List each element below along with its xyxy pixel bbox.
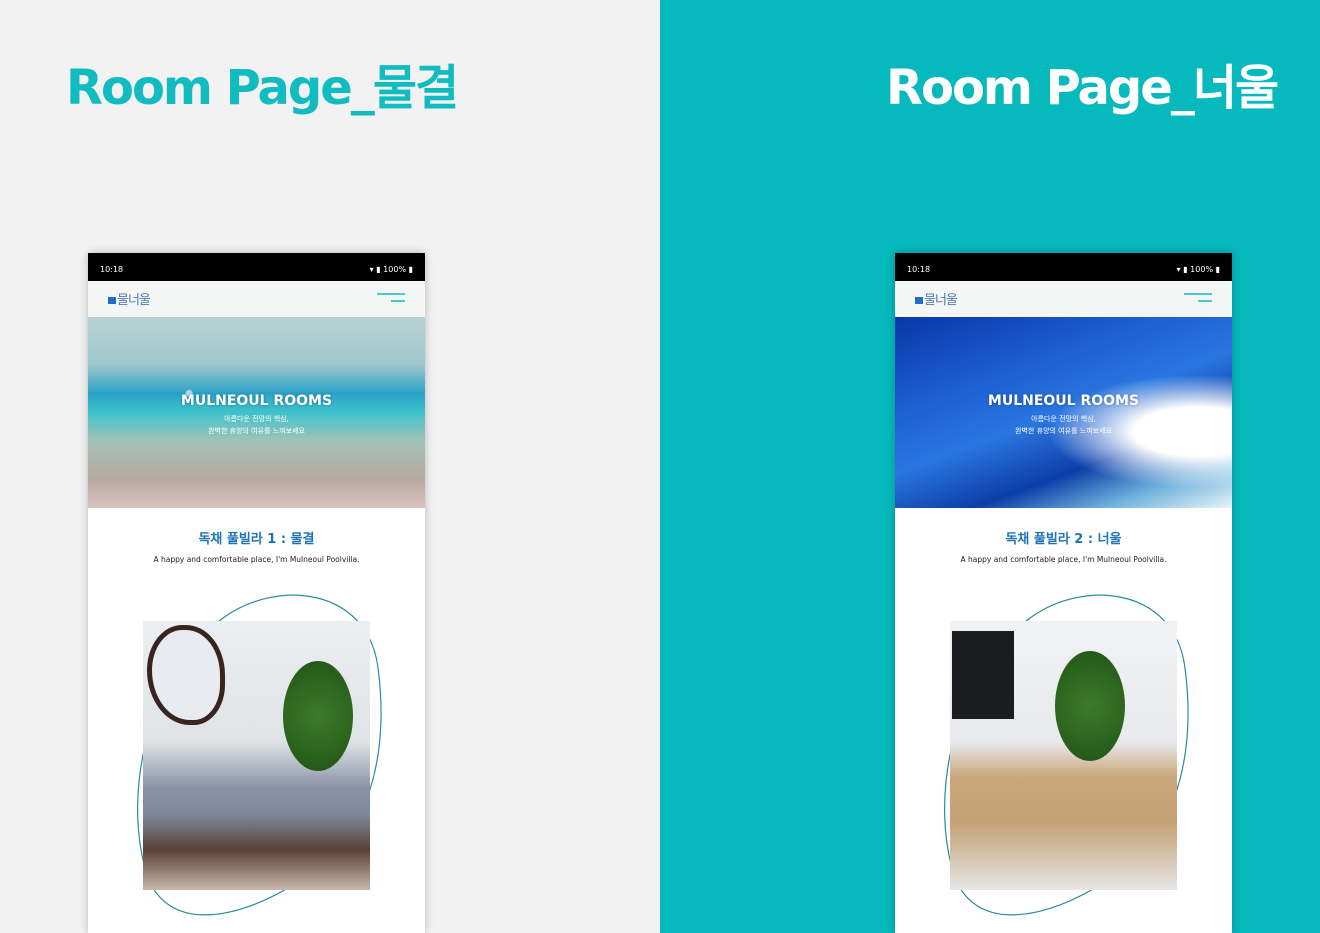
clock: 10:18 [907,264,931,274]
room-photo-living-room [143,621,370,890]
hero-subtitle-1: 아름다운 전망의 핵심, [224,415,289,423]
panel-title: Room Page_너울 [886,60,1279,116]
panel-title: Room Page_물결 [66,60,459,116]
logo[interactable]: 물너울 [915,289,958,308]
status-bar: 10:18 ▾ ▮ 100% ▮ [88,253,425,281]
plant [1055,651,1125,761]
plant [283,661,353,771]
battery-status: ▾ ▮ 100% ▮ [1176,264,1220,274]
room-subtitle: A happy and comfortable place, I'm Mulne… [960,555,1167,564]
hero-title: MULNEOUL ROOMS [180,393,333,409]
room-photo-living-room [950,621,1177,890]
room-title: 독채 풀빌라 1 : 물결 [198,532,315,547]
television [952,631,1014,719]
hero-banner: MULNEOUL ROOMS 아름다운 전망의 핵심, 완벽한 휴양의 여유를 … [895,317,1232,508]
site-header: 물너울 [895,281,1232,317]
hero-title: MULNEOUL ROOMS [987,393,1140,409]
site-header: 물너울 [88,281,425,317]
panel-mulgyeol: Room Page_물결 10:18 ▾ ▮ 100% ▮ 물너울 MULNEOU… [0,0,660,933]
panel-neoul: Room Page_너울 10:18 ▾ ▮ 100% ▮ 물너울 MULNEOU… [660,0,1320,933]
hamburger-menu-icon[interactable] [1184,293,1212,305]
battery-status: ▾ ▮ 100% ▮ [369,264,413,274]
hero-subtitle-2: 완벽한 휴양의 여유를 느껴보세요 [208,427,305,435]
hero-banner: MULNEOUL ROOMS 아름다운 전망의 핵심, 완벽한 휴양의 여유를 … [88,317,425,508]
logo[interactable]: 물너울 [108,289,151,308]
hero-subtitle-1: 아름다운 전망의 핵심, [1031,415,1096,423]
clock: 10:18 [100,264,124,274]
mirror [147,625,225,725]
room-title: 독채 풀빌라 2 : 너울 [1005,532,1122,547]
hero-subtitle-2: 완벽한 휴양의 여유를 느껴보세요 [1015,427,1112,435]
phone-mockup: 10:18 ▾ ▮ 100% ▮ 물너울 MULNEOUL ROOMS 아름다운 … [895,253,1232,933]
hamburger-menu-icon[interactable] [377,293,405,305]
status-bar: 10:18 ▾ ▮ 100% ▮ [895,253,1232,281]
phone-mockup: 10:18 ▾ ▮ 100% ▮ 물너울 MULNEOUL ROOMS 아름다운 … [88,253,425,933]
room-subtitle: A happy and comfortable place, I'm Mulne… [153,555,360,564]
